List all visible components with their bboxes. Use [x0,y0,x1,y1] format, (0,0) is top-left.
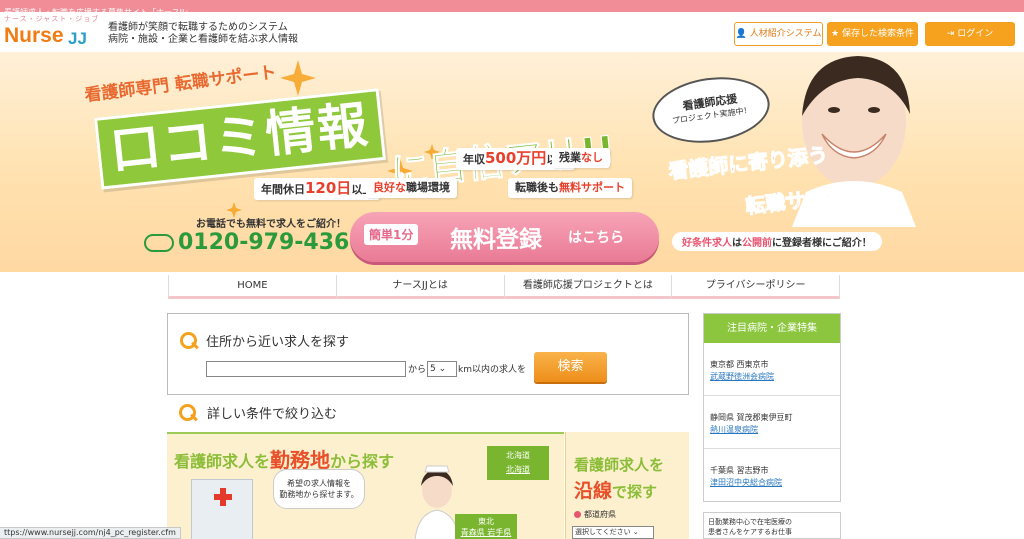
login-button[interactable]: ⇥ ログイン [925,22,1015,46]
nav-about[interactable]: ナースJJとは [335,275,504,299]
featured-location: 東京都 西東京市 [710,360,769,369]
site-header: ナース・ジャスト・ジョブ Nurse JJ 看護師が笑顔で転職するためのシステム… [0,12,1024,52]
nav-privacy[interactable]: プライバシーポリシー [671,275,840,299]
featured-item[interactable]: 静岡県 賀茂郡東伊豆町 熱川温泉病院 [704,396,840,449]
nav-project[interactable]: 看護師応援プロジェクトとは [503,275,672,299]
speech-line-2: 勤務地から探せます。 [279,490,359,499]
agent-system-button[interactable]: 👤 人材紹介システム [734,22,823,46]
featured-hospitals: 注目病院・企業特集 東京都 西東京市 武蔵野徳洲会病院 静岡県 賀茂郡東伊豆町 … [703,313,841,502]
featured-location: 静岡県 賀茂郡東伊豆町 [710,413,793,422]
chip-holidays: 年間休日120日以上 [254,178,381,200]
side-ad-line-1: 日勤業務中心で在宅医療の [708,518,792,526]
search-icon [180,332,198,350]
speech-line-1: 希望の求人情報を [287,479,351,488]
logo-jj: JJ [68,29,87,48]
notice-c: 公開前 [742,238,772,249]
site-tagline: 看護師が笑顔で転職するためのシステム 病院・施設・企業と看護師を結ぶ求人情報 [108,22,298,46]
featured-item[interactable]: 千葉県 習志野市 津田沼中央総合病院 [704,449,840,502]
speech-bubble: 希望の求人情報を 勤務地から探せます。 [273,469,365,509]
chip-support-em: 無料サポート [559,181,625,194]
distance-select[interactable]: 5 ⌄ [427,361,457,377]
person-icon: 👤 [735,29,747,39]
top-strip: 看護師求人・転職を応援する募集サイト「ナースJJ」 [0,0,1024,17]
hokkaido-head: 北海道 [506,451,530,460]
site-logo[interactable]: ナース・ジャスト・ジョブ Nurse JJ [4,14,104,50]
featured-hospital-link[interactable]: 熱川温泉病院 [710,424,840,436]
detail-search-title: 詳しい条件で絞り込む [207,407,338,422]
phone-note: お電話でも無料で求人をご紹介！ [196,219,346,230]
prefecture-label: 都道府県 [574,509,616,520]
register-small: はこちら [568,230,624,246]
address-search-box: 住所から近い求人を探す から 5 ⌄ km以内の求人を 検索 [167,313,689,395]
chip-overtime-pre: 残業 [559,151,581,164]
hero-notice: 好条件求人は公開前に登録者様にご紹介！ [672,232,882,251]
distance-label: km以内の求人を [458,365,526,375]
login-label: ログイン [957,29,994,39]
featured-item[interactable]: 東京都 西東京市 武蔵野徳洲会病院 [704,343,840,396]
tagline-line-1: 看護師が笑顔で転職するためのシステム [108,22,288,33]
tohoku-head: 東北 [478,517,494,526]
featured-title: 注目病院・企業特集 [704,314,840,343]
prefecture-select[interactable]: 選択してください ⌄ [572,526,654,539]
hero-banner[interactable]: 看護師専門 転職サポート 口コミ情報 に自信アリ!! 年収500万円以上 残業な… [0,52,1024,272]
notice-d: に登録者様にご紹介！ [772,238,872,249]
featured-hospital-link[interactable]: 津田沼中央総合病院 [710,477,840,489]
phone-number[interactable]: 0120-979-436 [144,230,349,255]
red-cross-icon [214,488,232,506]
chip-holidays-num: 120日 [305,179,352,197]
register-big: 無料登録 [450,227,542,253]
search-by-rail-banner[interactable]: 看護師求人を 沿線で探す 都道府県 選択してください ⌄ [565,432,689,539]
freedial-icon [144,234,174,252]
chip-env-em: 良好な [373,181,406,194]
map-title-pre: 看護師求人を [174,452,271,471]
address-search-title: 住所から近い求人を探す [206,335,350,350]
rail-title-post: で探す [612,483,658,501]
kara-label: から [408,365,427,375]
chip-overtime: 残業なし [552,148,610,168]
featured-location: 千葉県 習志野市 [710,466,769,475]
rail-title-em: 沿線 [574,480,613,502]
logo-nurse: Nurse [4,24,64,47]
star-icon: ★ [830,29,840,39]
chip-support-pre: 転職後も [515,181,559,194]
region-tohoku[interactable]: 東北 青森県 岩手県 [455,514,517,539]
register-pill: 簡単1分 [364,224,419,245]
side-ad-banner[interactable]: 日勤業務中心で在宅医療の 患者さんをケアするお仕事 [703,512,841,539]
chip-support: 転職後も無料サポート [508,178,632,198]
agent-system-label: 人材紹介システム [749,29,822,39]
chip-holidays-pre: 年間休日 [261,183,305,196]
free-register-button[interactable]: 簡単1分 無料登録 はこちら [350,212,659,262]
search-by-location-banner[interactable]: 看護師求人を勤務地から探す 希望の求人情報を 勤務地から探せます。 北海道 北海… [167,432,564,539]
phone-number-text: 0120-979-436 [178,230,350,255]
login-icon: ⇥ [946,29,955,39]
notice-a: 好条件求人 [682,238,732,249]
rail-title-2: 沿線で探す [574,476,657,503]
saved-search-button[interactable]: ★ 保存した検索条件 [827,22,918,46]
tagline-line-2: 病院・施設・企業と看護師を結ぶ求人情報 [108,34,298,45]
region-hokkaido[interactable]: 北海道 北海道 [487,446,549,480]
rail-title-1: 看護師求人を [574,456,665,474]
chip-environment: 良好な職場環境 [366,178,457,198]
chip-env-post: 職場環境 [406,181,450,194]
browser-status-url: ttps://www.nursejj.com/nj4_pc_register.c… [0,527,181,539]
featured-hospital-link[interactable]: 武蔵野徳洲会病院 [710,371,840,383]
nav-home[interactable]: HOME [168,275,336,299]
chip-overtime-post: なし [581,151,603,164]
main-nav: HOME ナースJJとは 看護師応援プロジェクトとは プライバシーポリシー [168,275,840,299]
notice-b: は [732,238,742,249]
hokkaido-link[interactable]: 北海道 [506,465,530,474]
detail-search-icon [179,404,197,422]
chip-salary-pre: 年収 [463,153,485,166]
logo-kana: ナース・ジャスト・ジョブ [4,15,100,23]
chip-salary-num: 500万円 [485,149,547,167]
search-button[interactable]: 検索 [534,352,607,382]
saved-search-label: 保存した検索条件 [842,29,915,39]
side-ad-line-2: 患者さんをケアするお仕事 [708,528,792,536]
hospital-illustration [191,479,253,539]
tohoku-links[interactable]: 青森県 岩手県 [461,528,512,537]
address-input[interactable] [206,361,406,377]
